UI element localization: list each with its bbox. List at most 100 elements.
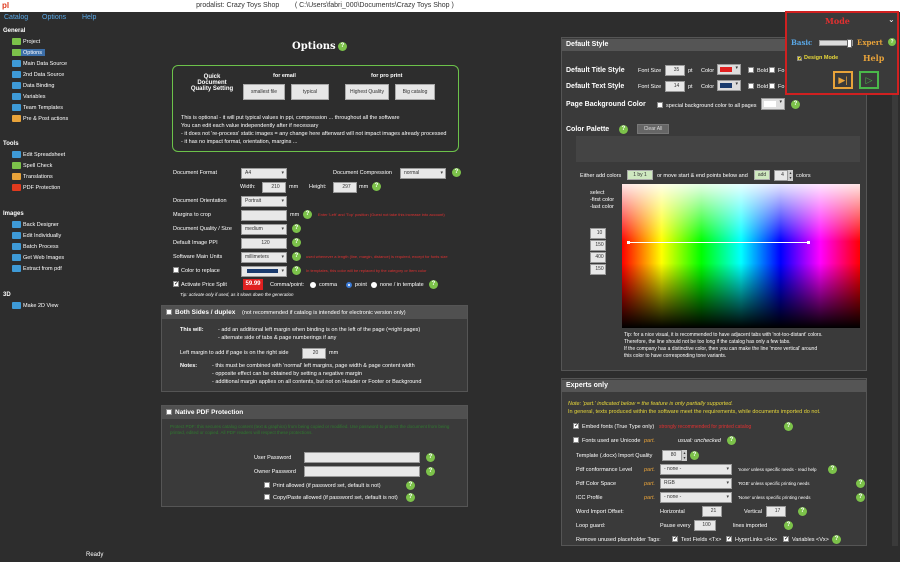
menu-options[interactable]: Options [42,14,66,21]
help-icon[interactable]: ? [828,465,837,474]
owner-password-input[interactable] [304,466,420,477]
help-icon[interactable]: ? [426,453,435,462]
unicode-fonts-checkbox[interactable] [573,437,579,443]
pdf-protection-checkbox[interactable] [166,409,172,415]
template-quality-spinner[interactable]: ▴ ▾ [682,450,687,461]
icc-profile-select[interactable]: - none - [660,492,732,503]
help-icon[interactable]: ? [338,42,347,51]
clear-all-button[interactable]: Clear All [637,124,669,134]
text-fields-checkbox[interactable] [672,535,678,542]
help-icon[interactable]: ? [784,422,793,431]
embed-fonts-checkbox[interactable] [573,422,579,429]
sidebar-item-project[interactable]: Project [12,38,40,45]
one-by-one-button[interactable]: 1 by 1 [627,170,653,180]
sidebar-item-edit-individually[interactable]: Edit Individually [12,232,61,239]
print-allowed-checkbox[interactable] [264,482,270,488]
copy-allowed-checkbox[interactable] [264,494,270,500]
highest-quality-button[interactable]: Highest Quality [345,84,389,100]
mode-slider[interactable] [819,39,853,48]
vertical-scrollbar[interactable] [892,36,898,546]
sidebar-item-back-designer[interactable]: Back Designer [12,221,59,228]
title-color-picker[interactable]: ▾ [717,64,741,75]
sidebar-item-get-web-images[interactable]: Get Web Images [12,254,64,261]
sidebar-item-pdf-protection[interactable]: PDF Protection [12,184,60,191]
sidebar-item-options[interactable]: Options [12,49,45,56]
help-icon[interactable]: ? [832,535,841,544]
help-icon[interactable]: ? [856,493,865,502]
sidebar-item-variables[interactable]: Variables [12,93,46,100]
color-spectrum[interactable] [622,184,860,328]
horizontal-input[interactable]: 21 [702,506,722,517]
palette-value-3[interactable]: 400 [590,252,606,263]
price-split-checkbox[interactable] [173,280,179,287]
play-icon[interactable]: ▷ [859,71,879,89]
left-margin-input[interactable]: 20 [302,348,326,359]
help-icon[interactable]: ? [372,182,381,191]
title-extra-checkbox[interactable] [769,67,775,73]
document-format-select[interactable]: A4 [241,168,287,179]
sidebar-item-data-binding[interactable]: Data Binding [12,82,55,89]
help-icon[interactable]: ? [426,467,435,476]
sidebar-item-translations[interactable]: Translations [12,173,53,180]
help-icon[interactable]: ? [406,481,415,490]
menu-catalog[interactable]: Catalog [4,14,28,21]
document-orientation-select[interactable]: Portrait [241,196,287,207]
help-icon[interactable]: ? [292,238,301,247]
help-icon[interactable]: ? [406,493,415,502]
special-background-checkbox[interactable] [657,102,663,108]
sidebar-item-extract-from-pdf[interactable]: Extract from pdf [12,265,62,272]
help-icon[interactable]: ? [727,436,736,445]
vertical-input[interactable]: 17 [766,506,786,517]
palette-end-handle[interactable] [807,241,810,244]
software-units-select[interactable]: millimeters [241,252,287,263]
menu-help[interactable]: Help [82,14,96,21]
big-catalog-button[interactable]: Big catalog [395,84,435,100]
color-count-spinner[interactable]: ▴ ▾ [788,170,793,181]
palette-value-1[interactable]: 10 [590,228,606,239]
variables-checkbox[interactable] [783,535,789,542]
default-ppi-input[interactable]: 120 [241,238,287,249]
help-icon[interactable]: ? [292,266,301,275]
help-link[interactable]: Help [863,53,884,63]
help-icon[interactable]: ? [888,38,896,46]
color-space-select[interactable]: RGB [660,478,732,489]
pdf-conformance-select[interactable]: - none - [660,464,732,475]
none-radio[interactable] [371,282,377,288]
color-count-input[interactable]: 4 [774,170,788,181]
color-replace-checkbox[interactable] [173,267,179,273]
step-forward-icon[interactable]: ▶| [833,71,853,89]
color-replace-select[interactable] [241,266,287,277]
sidebar-item-pre-post-actions[interactable]: Pre & Post actions [12,115,68,122]
comma-radio[interactable] [310,282,316,288]
help-icon[interactable]: ? [798,507,807,516]
background-color-picker[interactable]: ▾ [761,98,785,110]
help-icon[interactable]: ? [292,224,301,233]
help-icon[interactable]: ? [784,521,793,530]
document-compression-select[interactable]: normal [400,168,446,179]
text-bold-checkbox[interactable] [748,83,754,89]
user-password-input[interactable] [304,452,420,463]
both-sides-checkbox[interactable] [166,309,172,315]
point-radio[interactable] [346,282,352,288]
text-color-picker[interactable]: ▾ [717,80,741,91]
sidebar-item-edit-spreadsheet[interactable]: Edit Spreadsheet [12,151,65,158]
help-icon[interactable]: ? [856,479,865,488]
height-input[interactable]: 297 [333,182,357,193]
width-input[interactable]: 210 [262,182,286,193]
sidebar-item-team-templates[interactable]: Team Templates [12,104,63,111]
chevron-down-icon[interactable]: ⌄ [888,15,895,24]
help-icon[interactable]: ? [690,451,699,460]
design-mode-checkbox[interactable] [797,55,803,62]
text-extra-checkbox[interactable] [769,83,775,89]
help-icon[interactable]: ? [452,168,461,177]
help-icon[interactable]: ? [303,210,312,219]
sidebar-item-spell-check[interactable]: Spell Check [12,162,52,169]
pause-every-input[interactable]: 100 [694,520,716,531]
margins-crop-input[interactable] [241,210,287,221]
sidebar-item-make-2d-view[interactable]: Make 2D View [12,302,58,309]
add-colors-button[interactable]: add [754,170,770,180]
help-icon[interactable]: ? [619,125,628,134]
smallest-file-button[interactable]: smallest file [243,84,285,100]
sidebar-item-batch-process[interactable]: Batch Process [12,243,58,250]
help-icon[interactable]: ? [292,252,301,261]
